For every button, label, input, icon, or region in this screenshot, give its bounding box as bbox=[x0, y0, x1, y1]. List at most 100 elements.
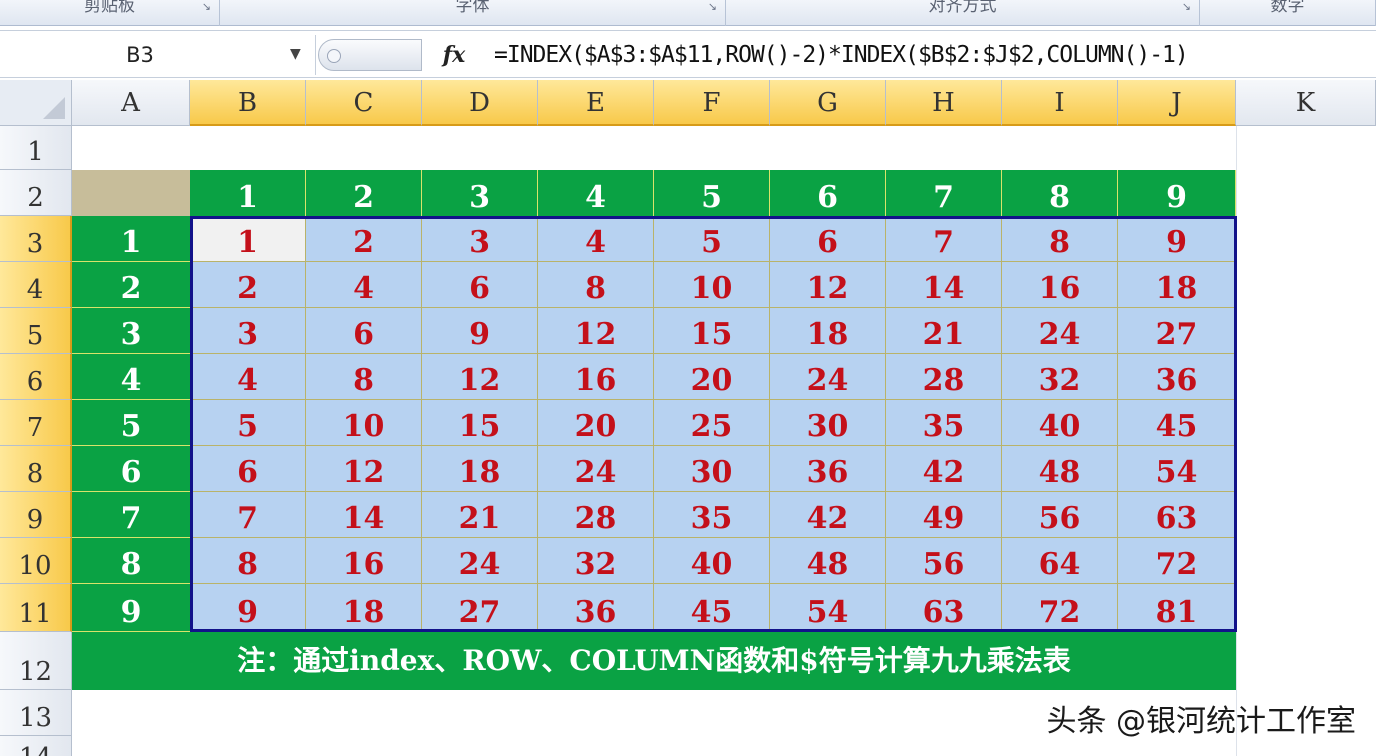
product-cell[interactable]: 12 bbox=[770, 262, 886, 308]
product-cell[interactable]: 9 bbox=[190, 584, 306, 632]
product-cell[interactable]: 18 bbox=[1118, 262, 1236, 308]
product-cell[interactable]: 9 bbox=[422, 308, 538, 354]
row-header-12[interactable]: 12 bbox=[0, 632, 72, 690]
name-box-value[interactable]: B3 bbox=[0, 43, 280, 67]
splitter-handle-icon[interactable] bbox=[327, 49, 341, 63]
product-cell[interactable]: 18 bbox=[422, 446, 538, 492]
product-cell[interactable]: 30 bbox=[770, 400, 886, 446]
product-cell[interactable]: 27 bbox=[1118, 308, 1236, 354]
column-header-b[interactable]: B bbox=[190, 80, 306, 126]
header-number-cell[interactable]: 4 bbox=[538, 170, 654, 216]
chevron-down-icon[interactable]: ▼ bbox=[290, 46, 301, 62]
row-label-cell[interactable]: 5 bbox=[72, 400, 190, 446]
product-cell[interactable]: 63 bbox=[886, 584, 1002, 632]
product-cell[interactable]: 8 bbox=[1002, 216, 1118, 262]
product-cell[interactable]: 63 bbox=[1118, 492, 1236, 538]
row-header-10[interactable]: 10 bbox=[0, 538, 72, 584]
row-header-5[interactable]: 5 bbox=[0, 308, 72, 354]
row-header-4[interactable]: 4 bbox=[0, 262, 72, 308]
product-cell[interactable]: 20 bbox=[538, 400, 654, 446]
product-cell[interactable]: 40 bbox=[654, 538, 770, 584]
product-cell[interactable]: 48 bbox=[1002, 446, 1118, 492]
column-header-h[interactable]: H bbox=[886, 80, 1002, 126]
product-cell[interactable]: 56 bbox=[886, 538, 1002, 584]
product-cell[interactable]: 72 bbox=[1118, 538, 1236, 584]
product-cell[interactable]: 2 bbox=[306, 216, 422, 262]
product-cell[interactable]: 25 bbox=[654, 400, 770, 446]
row-header-2[interactable]: 2 bbox=[0, 170, 72, 216]
product-cell[interactable]: 6 bbox=[190, 446, 306, 492]
product-cell[interactable]: 56 bbox=[1002, 492, 1118, 538]
product-cell[interactable]: 12 bbox=[538, 308, 654, 354]
product-cell[interactable]: 14 bbox=[306, 492, 422, 538]
product-cell[interactable]: 72 bbox=[1002, 584, 1118, 632]
product-cell[interactable]: 21 bbox=[886, 308, 1002, 354]
product-cell[interactable]: 24 bbox=[422, 538, 538, 584]
dialog-launcher-icon[interactable]: ↘ bbox=[1182, 0, 1191, 13]
product-cell[interactable]: 49 bbox=[886, 492, 1002, 538]
product-cell[interactable]: 14 bbox=[886, 262, 1002, 308]
row-label-cell[interactable]: 1 bbox=[72, 216, 190, 262]
product-cell[interactable]: 81 bbox=[1118, 584, 1236, 632]
product-cell[interactable]: 6 bbox=[770, 216, 886, 262]
note-cell[interactable]: 注：通过index、ROW、COLUMN函数和$符号计算九九乘法表 bbox=[72, 632, 1236, 690]
product-cell[interactable]: 35 bbox=[654, 492, 770, 538]
product-cell[interactable]: 7 bbox=[190, 492, 306, 538]
header-number-cell[interactable]: 7 bbox=[886, 170, 1002, 216]
product-cell[interactable]: 32 bbox=[538, 538, 654, 584]
header-number-cell[interactable]: 9 bbox=[1118, 170, 1236, 216]
product-cell[interactable]: 48 bbox=[770, 538, 886, 584]
product-cell[interactable]: 18 bbox=[770, 308, 886, 354]
formula-bar-splitter[interactable] bbox=[318, 39, 422, 71]
row-header-14[interactable]: 14 bbox=[0, 736, 72, 756]
product-cell[interactable]: 16 bbox=[306, 538, 422, 584]
product-cell[interactable]: 28 bbox=[886, 354, 1002, 400]
product-cell[interactable]: 7 bbox=[886, 216, 1002, 262]
row-header-1[interactable]: 1 bbox=[0, 126, 72, 170]
product-cell[interactable]: 5 bbox=[190, 400, 306, 446]
product-cell[interactable]: 8 bbox=[538, 262, 654, 308]
row-header-11[interactable]: 11 bbox=[0, 584, 72, 632]
product-cell[interactable]: 6 bbox=[422, 262, 538, 308]
product-cell[interactable]: 45 bbox=[1118, 400, 1236, 446]
dialog-launcher-icon[interactable]: ↘ bbox=[202, 0, 211, 13]
column-header-i[interactable]: I bbox=[1002, 80, 1118, 126]
row-header-6[interactable]: 6 bbox=[0, 354, 72, 400]
product-cell[interactable]: 6 bbox=[306, 308, 422, 354]
column-header-f[interactable]: F bbox=[654, 80, 770, 126]
column-header-k[interactable]: K bbox=[1236, 80, 1376, 126]
row-header-9[interactable]: 9 bbox=[0, 492, 72, 538]
row-label-cell[interactable]: 6 bbox=[72, 446, 190, 492]
product-cell[interactable]: 54 bbox=[1118, 446, 1236, 492]
column-header-e[interactable]: E bbox=[538, 80, 654, 126]
product-cell[interactable]: 5 bbox=[654, 216, 770, 262]
product-cell[interactable]: 12 bbox=[306, 446, 422, 492]
product-cell[interactable]: 42 bbox=[770, 492, 886, 538]
column-header-j[interactable]: J bbox=[1118, 80, 1236, 126]
product-cell[interactable]: 15 bbox=[422, 400, 538, 446]
product-cell[interactable]: 36 bbox=[770, 446, 886, 492]
product-cell[interactable]: 45 bbox=[654, 584, 770, 632]
column-header-g[interactable]: G bbox=[770, 80, 886, 126]
header-number-cell[interactable]: 1 bbox=[190, 170, 306, 216]
name-box[interactable]: B3 ▼ bbox=[0, 35, 316, 75]
product-cell[interactable]: 2 bbox=[190, 262, 306, 308]
product-cell[interactable]: 40 bbox=[1002, 400, 1118, 446]
product-cell[interactable]: 4 bbox=[306, 262, 422, 308]
row-header-7[interactable]: 7 bbox=[0, 400, 72, 446]
product-cell[interactable]: 36 bbox=[538, 584, 654, 632]
product-cell[interactable]: 8 bbox=[190, 538, 306, 584]
row-label-cell[interactable]: 4 bbox=[72, 354, 190, 400]
product-cell[interactable]: 10 bbox=[306, 400, 422, 446]
product-cell[interactable]: 16 bbox=[538, 354, 654, 400]
row-header-13[interactable]: 13 bbox=[0, 690, 72, 736]
product-cell[interactable]: 16 bbox=[1002, 262, 1118, 308]
row-label-cell[interactable]: 2 bbox=[72, 262, 190, 308]
product-cell[interactable]: 24 bbox=[1002, 308, 1118, 354]
product-cell[interactable]: 4 bbox=[190, 354, 306, 400]
formula-input[interactable]: =INDEX($A$3:$A$11,ROW()-2)*INDEX($B$2:$J… bbox=[494, 39, 1370, 71]
product-cell[interactable]: 9 bbox=[1118, 216, 1236, 262]
column-header-a[interactable]: A bbox=[72, 80, 190, 126]
header-number-cell[interactable]: 3 bbox=[422, 170, 538, 216]
product-cell[interactable]: 4 bbox=[538, 216, 654, 262]
